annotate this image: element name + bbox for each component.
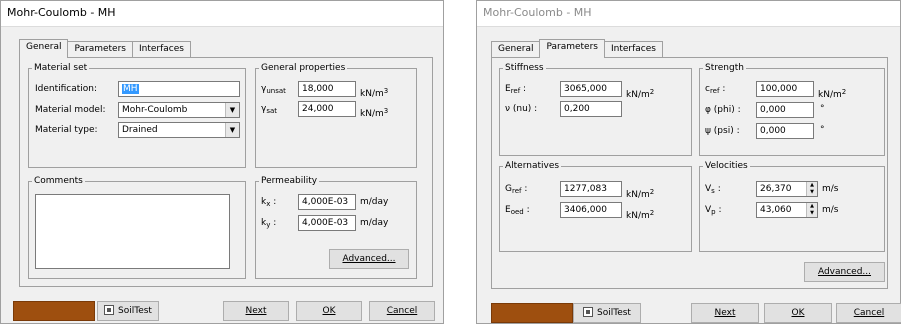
phi-unit: ° <box>820 104 825 114</box>
material-color-swatch[interactable] <box>491 303 573 323</box>
next-button[interactable]: Next <box>691 303 759 323</box>
alternatives-group: Alternatives Gref : 1277,083 kN/m2 Eoed … <box>499 160 692 252</box>
phi-input[interactable]: 0,000 <box>756 102 814 118</box>
gref-input[interactable]: 1277,083 <box>560 181 622 197</box>
soiltest-button[interactable]: SoilTest <box>97 301 159 321</box>
dialog-title: Mohr-Coulomb - MH <box>477 1 900 27</box>
stiffness-group: Stiffness Eref : 3065,000 kN/m2 ν (nu) :… <box>499 62 692 156</box>
general-properties-title: General properties <box>259 62 348 74</box>
tab-interfaces[interactable]: Interfaces <box>603 41 663 58</box>
vs-label: Vs : <box>705 184 721 195</box>
material-set-group: Material set Identification: MH Material… <box>28 62 246 168</box>
comments-title: Comments <box>32 175 85 187</box>
cref-unit: kN/m2 <box>818 88 847 100</box>
parameters-tab-panel: Stiffness Eref : 3065,000 kN/m2 ν (nu) :… <box>491 57 888 289</box>
eref-label: Eref : <box>505 84 527 95</box>
velocities-title: Velocities <box>703 160 750 172</box>
gamma-unsat-input[interactable]: 18,000 <box>298 81 356 97</box>
eoed-label: Eoed : <box>505 205 530 216</box>
identification-label: Identification: <box>35 84 98 94</box>
soiltest-icon <box>104 305 115 315</box>
tab-general[interactable]: General <box>19 39 69 58</box>
soiltest-icon <box>583 307 594 317</box>
tab-interfaces[interactable]: Interfaces <box>131 41 191 58</box>
kx-label: kx : <box>261 197 277 208</box>
stiffness-title: Stiffness <box>503 62 546 74</box>
psi-label: ψ (psi) : <box>705 126 740 136</box>
dialog-title: Mohr-Coulomb - MH <box>1 1 443 27</box>
gref-unit: kN/m2 <box>626 188 655 200</box>
advanced-button[interactable]: Advanced... <box>804 262 885 282</box>
material-type-value: Drained <box>122 125 158 135</box>
gamma-unsat-unit: kN/m3 <box>360 87 389 99</box>
vs-unit: m/s <box>822 184 839 194</box>
chevron-down-icon[interactable]: ▼ <box>225 123 239 137</box>
ky-unit: m/day <box>360 218 389 228</box>
kx-unit: m/day <box>360 197 389 207</box>
soiltest-button[interactable]: SoilTest <box>573 303 641 323</box>
general-dialog: Mohr-Coulomb - MH General Parameters Int… <box>0 0 444 324</box>
identification-value: MH <box>122 84 139 94</box>
identification-input[interactable]: MH <box>118 81 240 97</box>
spinner-icon[interactable]: ▲ ▼ <box>806 182 817 196</box>
gamma-sat-label: γsat <box>261 104 278 115</box>
gamma-sat-input[interactable]: 24,000 <box>298 101 356 117</box>
vs-input[interactable]: 26,370 ▲ ▼ <box>756 181 818 197</box>
kx-input[interactable]: 4,000E-03 <box>298 194 356 210</box>
eoed-unit: kN/m2 <box>626 209 655 221</box>
gref-label: Gref : <box>505 184 528 195</box>
tab-bar: General Parameters Interfaces <box>19 39 191 58</box>
chevron-down-icon[interactable]: ▼ <box>225 103 239 117</box>
cref-label: cref : <box>705 84 726 95</box>
cancel-button[interactable]: Cancel <box>369 301 435 321</box>
cref-input[interactable]: 100,000 <box>756 81 814 97</box>
vp-value: 43,060 <box>760 205 792 215</box>
velocities-group: Velocities Vs : 26,370 ▲ ▼ m/s Vp : 43,06… <box>699 160 885 252</box>
gamma-sat-unit: kN/m3 <box>360 107 389 119</box>
tab-parameters[interactable]: Parameters <box>539 39 605 58</box>
nu-input[interactable]: 0,200 <box>560 101 622 117</box>
strength-title: Strength <box>703 62 746 74</box>
vp-label: Vp : <box>705 205 722 216</box>
cancel-button[interactable]: Cancel <box>836 303 901 323</box>
parameters-dialog: Mohr-Coulomb - MH General Parameters Int… <box>476 0 901 324</box>
eref-unit: kN/m2 <box>626 88 655 100</box>
eref-input[interactable]: 3065,000 <box>560 81 622 97</box>
comments-group: Comments <box>28 175 246 279</box>
next-button[interactable]: Next <box>223 301 289 321</box>
material-set-title: Material set <box>32 62 90 74</box>
tab-parameters[interactable]: Parameters <box>67 41 133 58</box>
spinner-icon[interactable]: ▲ ▼ <box>806 203 817 217</box>
material-model-select[interactable]: Mohr-Coulomb ▼ <box>118 102 240 118</box>
tab-bar: General Parameters Interfaces <box>491 39 663 58</box>
strength-group: Strength cref : 100,000 kN/m2 φ (phi) : … <box>699 62 885 156</box>
phi-label: φ (phi) : <box>705 105 741 115</box>
vp-unit: m/s <box>822 205 839 215</box>
vs-value: 26,370 <box>760 184 792 194</box>
alternatives-title: Alternatives <box>503 160 562 172</box>
comments-textarea[interactable] <box>35 194 230 269</box>
psi-input[interactable]: 0,000 <box>756 123 814 139</box>
material-type-select[interactable]: Drained ▼ <box>118 122 240 138</box>
general-properties-group: General properties γunsat 18,000 kN/m3 γ… <box>255 62 417 168</box>
gamma-unsat-label: γunsat <box>261 84 286 95</box>
vp-input[interactable]: 43,060 ▲ ▼ <box>756 202 818 218</box>
material-model-label: Material model: <box>35 105 106 115</box>
eoed-input[interactable]: 3406,000 <box>560 202 622 218</box>
ky-label: ky : <box>261 218 277 229</box>
material-color-swatch[interactable] <box>13 301 95 321</box>
ok-button[interactable]: OK <box>764 303 832 323</box>
material-model-value: Mohr-Coulomb <box>122 105 188 115</box>
advanced-button[interactable]: Advanced... <box>329 249 409 269</box>
nu-label: ν (nu) : <box>505 104 538 114</box>
psi-unit: ° <box>820 125 825 135</box>
material-type-label: Material type: <box>35 125 98 135</box>
tab-general[interactable]: General <box>491 41 541 58</box>
general-tab-panel: Material set Identification: MH Material… <box>19 57 433 287</box>
permeability-group: Permeability kx : 4,000E-03 m/day ky : 4… <box>255 175 417 279</box>
ky-input[interactable]: 4,000E-03 <box>298 215 356 231</box>
permeability-title: Permeability <box>259 175 320 187</box>
ok-button[interactable]: OK <box>296 301 362 321</box>
